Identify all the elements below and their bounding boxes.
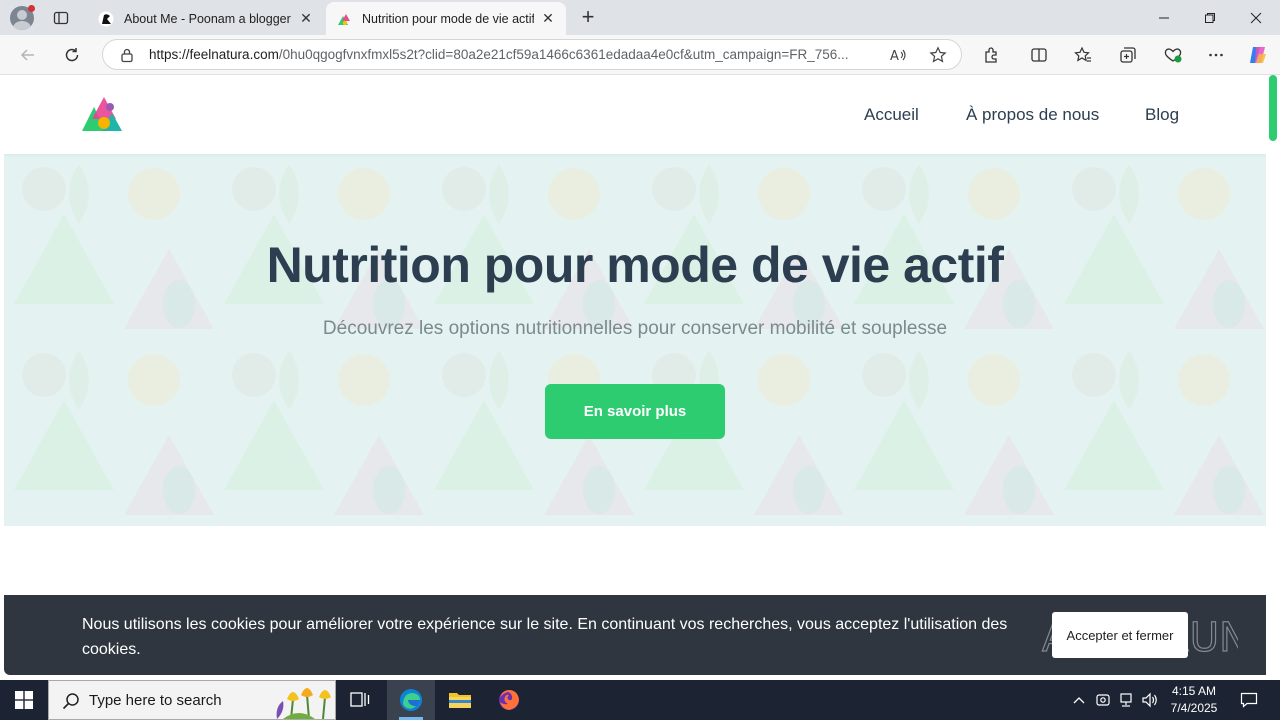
url-path: /0hu0qgogfvnxfmxl5s2t?clid=80a2e21cf59a1…: [278, 47, 849, 62]
meet-now-icon[interactable]: [1092, 680, 1114, 720]
url-text: https://feelnatura.com/0hu0qgogfvnxfmxl5…: [149, 47, 889, 62]
file-explorer-icon[interactable]: [436, 680, 484, 720]
close-tab-icon[interactable]: ✕: [540, 10, 556, 27]
volume-icon[interactable]: [1139, 680, 1161, 720]
refresh-icon[interactable]: [58, 42, 86, 68]
en-savoir-plus-button[interactable]: En savoir plus: [545, 384, 725, 439]
blogger-favicon-icon: [98, 11, 114, 26]
minimize-button[interactable]: [1141, 0, 1187, 35]
extensions-icon[interactable]: [977, 42, 1005, 68]
collections-icon[interactable]: [1114, 42, 1142, 68]
tab-title: About Me - Poonam a blogger - I: [124, 11, 292, 26]
close-tab-icon[interactable]: ✕: [298, 10, 314, 27]
tab-about-me[interactable]: About Me - Poonam a blogger - I ✕: [88, 2, 324, 35]
taskbar-search-box[interactable]: Type here to search: [48, 680, 336, 720]
nav-accueil[interactable]: Accueil: [864, 105, 919, 125]
new-tab-button[interactable]: +: [576, 6, 600, 30]
favorites-icon[interactable]: [1069, 42, 1097, 68]
hero-subtitle: Découvrez les options nutritionnelles po…: [322, 318, 948, 339]
url-host: https://feelnatura.com: [149, 47, 279, 62]
page-scrollbar[interactable]: [1266, 75, 1280, 680]
tab-nutrition[interactable]: Nutrition pour mode de vie actif ✕: [326, 2, 566, 35]
notification-dot-icon: [28, 5, 35, 12]
browser-toolbar: https://feelnatura.com/0hu0qgogfvnxfmxl5…: [0, 35, 1280, 75]
task-view-icon[interactable]: [336, 680, 384, 720]
firefox-icon[interactable]: [485, 680, 533, 720]
windows-taskbar: Type here to search 4:15 AM 7/4/2025: [0, 680, 1280, 720]
clock-time: 4:15 AM: [1171, 684, 1217, 698]
more-options-icon[interactable]: [1202, 42, 1230, 68]
svg-text:A: A: [890, 49, 899, 63]
feelnatura-favicon-icon: [338, 13, 350, 25]
back-icon[interactable]: [14, 42, 42, 68]
tab-title: Nutrition pour mode de vie actif: [362, 11, 534, 26]
read-aloud-icon[interactable]: A: [887, 45, 909, 65]
site-header: Accueil À propos de nous Blog: [4, 75, 1266, 154]
accept-cookies-button[interactable]: Accepter et fermer: [1052, 612, 1188, 658]
hero-background-pattern: [4, 154, 1266, 526]
network-icon[interactable]: [1115, 680, 1137, 720]
nav-a-propos[interactable]: À propos de nous: [966, 105, 1099, 125]
lock-icon[interactable]: [119, 47, 135, 63]
clock-date: 7/4/2025: [1170, 701, 1218, 715]
browser-tab-strip: About Me - Poonam a blogger - I ✕ Nutrit…: [0, 0, 1280, 35]
search-highlight-flowers-icon: [276, 688, 331, 719]
tab-actions-icon[interactable]: [50, 7, 72, 29]
close-window-button[interactable]: [1233, 0, 1279, 35]
edge-taskbar-icon[interactable]: [387, 680, 435, 720]
hero-title: Nutrition pour mode de vie actif: [266, 237, 1004, 293]
show-hidden-icons-chevron-icon[interactable]: [1068, 680, 1090, 720]
copilot-icon[interactable]: [1244, 42, 1272, 68]
hero-section: Nutrition pour mode de vie actif Découvr…: [4, 154, 1266, 526]
address-bar[interactable]: https://feelnatura.com/0hu0qgogfvnxfmxl5…: [102, 39, 962, 70]
search-placeholder: Type here to search: [89, 692, 222, 709]
windows-start-icon[interactable]: [0, 680, 48, 720]
browser-essentials-icon[interactable]: [1159, 42, 1187, 68]
nav-blog[interactable]: Blog: [1145, 105, 1179, 125]
taskbar-clock[interactable]: 4:15 AM 7/4/2025: [1160, 683, 1228, 717]
scrollbar-thumb[interactable]: [1269, 75, 1277, 141]
cookie-banner: Nous utilisons les cookies pour améliore…: [4, 595, 1266, 675]
feelnatura-logo[interactable]: [80, 93, 124, 135]
notifications-icon[interactable]: [1232, 680, 1266, 720]
restore-button[interactable]: [1187, 0, 1233, 35]
page-viewport: Accueil À propos de nous Blog Nutrition …: [4, 75, 1266, 680]
search-icon: [62, 693, 79, 710]
favorite-star-icon[interactable]: [927, 45, 949, 65]
cookie-message: Nous utilisons les cookies pour améliore…: [82, 616, 1008, 658]
split-screen-icon[interactable]: [1025, 42, 1053, 68]
